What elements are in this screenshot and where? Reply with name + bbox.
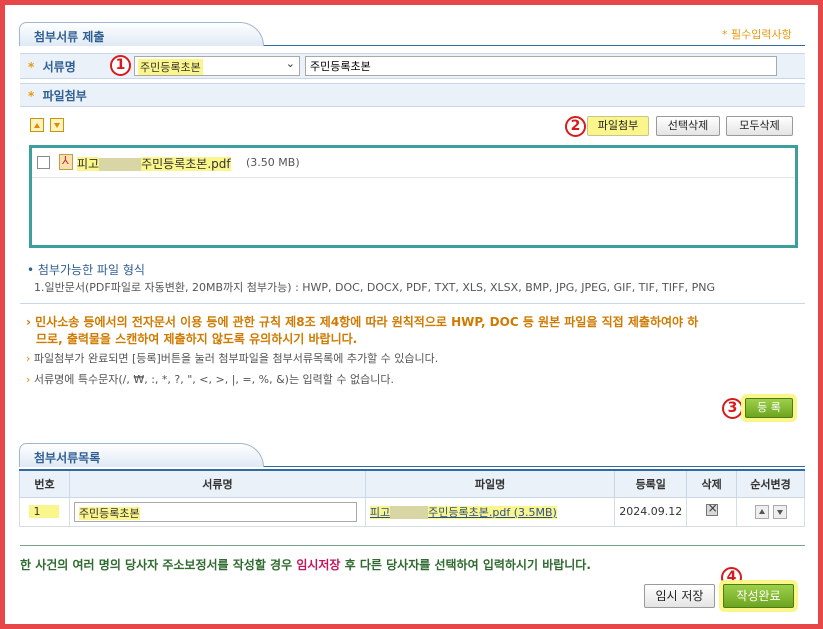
table-header-row: 번호 서류명 파일명 등록일 삭제 순서변경 [19, 469, 805, 498]
attach-row [20, 83, 805, 107]
delete-all-button[interactable]: 모두삭제 [726, 116, 793, 136]
section-title-attach-list: 첨부서류목록 [19, 443, 264, 467]
formats-title: • 첨부가능한 파일 형식 [27, 263, 145, 277]
col-order: 순서변경 [736, 469, 805, 498]
chevron-down-icon: ⌄ [285, 57, 295, 70]
order-up-icon[interactable] [754, 504, 769, 519]
list-section-header: 첨부서류목록 [19, 443, 805, 467]
doc-name-input[interactable] [305, 56, 777, 76]
file-name: 피고 주민등록초본.pdf [77, 157, 231, 171]
delete-icon[interactable] [705, 501, 718, 516]
note-special-chars: › 서류명에 특수문자(/, ₩, :, *, ?, ", <, >, |, =… [26, 373, 395, 386]
move-down-icon[interactable] [50, 118, 64, 132]
formats-text: 1.일반문서(PDF파일로 자동변환, 20MB까지 첨부가능) : HWP, … [34, 281, 715, 294]
marker-2: 2 [565, 116, 586, 137]
doc-type-select[interactable]: 주민등록초본 ⌄ [134, 56, 300, 76]
row-doc-name-input[interactable]: 주민등록초본 [73, 501, 357, 522]
marker-1: 1 [110, 55, 131, 76]
section-title-attach-submit: 첨부서류 제출 [19, 22, 264, 46]
doc-type-select-value: 주민등록초본 [138, 59, 203, 75]
marker-3: 3 [722, 398, 743, 419]
temp-save-button[interactable]: 임시 저장 [644, 584, 715, 608]
footer-notice: 한 사건의 여러 명의 당사자 주소보정서를 작성할 경우 임시저장 후 다른 … [20, 558, 591, 572]
file-size: (3.50 MB) [246, 156, 300, 169]
complete-button[interactable]: 작성완료 [723, 584, 794, 608]
section-header: 첨부서류 제출 [19, 22, 805, 46]
col-file-name: 파일명 [364, 469, 616, 498]
divider [20, 303, 805, 304]
file-checkbox[interactable] [37, 156, 50, 169]
move-up-icon[interactable] [30, 118, 44, 132]
pdf-icon [59, 154, 73, 170]
order-down-icon[interactable] [772, 504, 787, 519]
attach-file-button[interactable]: 파일첨부 [587, 116, 649, 136]
required-note: * 필수입력사항 [722, 28, 792, 41]
row-date: 2024.09.12 [614, 496, 688, 527]
col-doc-name: 서류명 [68, 469, 366, 498]
col-date: 등록일 [614, 469, 688, 498]
attached-docs-table: 번호 서류명 파일명 등록일 삭제 순서변경 1 주민등록초본 피고 주민등록초본… [19, 469, 805, 527]
delete-selected-button[interactable]: 선택삭제 [656, 116, 720, 136]
col-delete: 삭제 [686, 469, 738, 498]
file-list-box: 피고주민등록초본.pdf (3.50 MB) [29, 145, 798, 248]
col-no: 번호 [19, 469, 70, 498]
row-number: 1 [29, 505, 60, 518]
attach-label: * 파일첨부 [28, 89, 87, 103]
row-file-link[interactable]: 피고 주민등록초본.pdf (3.5MB) [369, 505, 557, 519]
file-item[interactable]: 피고주민등록초본.pdf (3.50 MB) [32, 148, 795, 178]
register-button[interactable]: 등 록 [745, 398, 793, 418]
table-row: 1 주민등록초본 피고 주민등록초본.pdf (3.5MB) 2024.09.12 [19, 496, 805, 527]
note-register: › 파일첨부가 완료되면 [등록]버튼을 눌러 첨부파일을 첨부서류목록에 추가… [26, 352, 439, 365]
footer-divider [20, 545, 805, 546]
doc-name-label: * 서류명 [28, 60, 76, 74]
warning-text: › 민사소송 등에서의 전자문서 이용 등에 관한 규칙 제8조 제4항에 따라… [26, 315, 699, 346]
